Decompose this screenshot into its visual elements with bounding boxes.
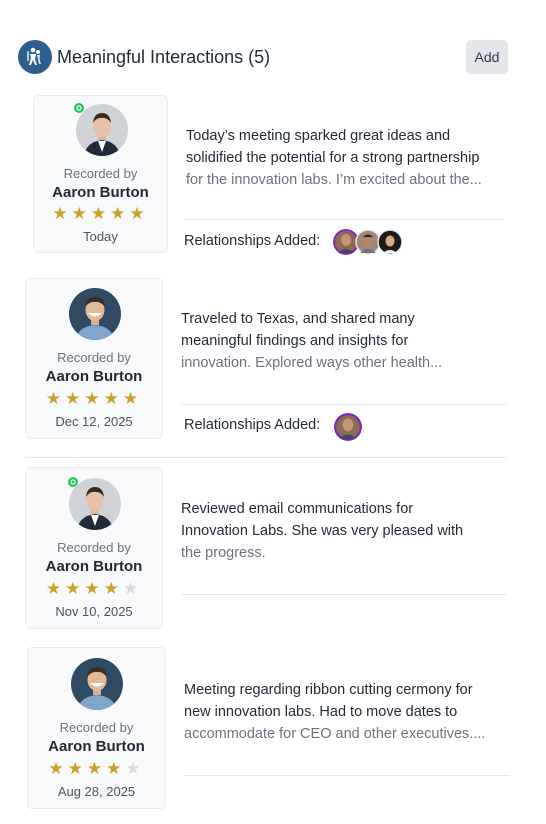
- star-icon: ★: [103, 579, 123, 598]
- description-line: meaningful findings and insights for: [181, 333, 409, 349]
- star-rating: ★★★★★: [28, 759, 165, 779]
- star-icon: ★: [71, 204, 91, 223]
- recorder-avatar: [69, 478, 121, 530]
- star-icon: ★: [84, 389, 104, 408]
- relationship-avatar[interactable]: [334, 413, 362, 441]
- interaction-description[interactable]: Today’s meeting sparked great ideas and …: [186, 125, 506, 191]
- recorder-card[interactable]: Recorded by Aaron Burton ★★★★★ Today: [33, 95, 168, 253]
- interaction-date: Dec 12, 2025: [55, 414, 133, 429]
- recorder-card[interactable]: Recorded by Aaron Burton ★★★★★ Nov 10, 2…: [25, 467, 163, 629]
- section-title: Meaningful Interactions (5): [57, 47, 271, 67]
- section-divider: [25, 457, 507, 458]
- description-line: innovation. Explored ways other health..…: [181, 355, 443, 371]
- description-line: Today’s meeting sparked great ideas and: [186, 128, 451, 144]
- section-header: Meaningful Interactions (5) Add: [18, 40, 508, 74]
- star-icon: ★: [125, 759, 145, 778]
- star-icon: ★: [90, 204, 111, 223]
- divider: [181, 594, 507, 595]
- description-line: Reviewed email communications for: [181, 501, 414, 517]
- star-icon: ★: [67, 759, 87, 778]
- add-button[interactable]: Add: [466, 40, 508, 74]
- recorder-name: Aaron Burton: [52, 184, 149, 201]
- star-icon: ★: [84, 579, 104, 598]
- star-icon: ★: [45, 579, 66, 598]
- relationship-avatar[interactable]: [377, 229, 403, 255]
- star-icon: ★: [106, 759, 126, 778]
- star-icon: ★: [65, 389, 85, 408]
- description-line: Meeting regarding ribbon cutting cermony…: [184, 682, 473, 698]
- recorder-avatar: [71, 658, 123, 710]
- recorder-avatar: [69, 288, 121, 340]
- interaction-date: Aug 28, 2025: [57, 784, 136, 799]
- recorder-card[interactable]: Recorded by Aaron Burton ★★★★★ Aug 28, 2…: [27, 647, 166, 809]
- recorder-card[interactable]: Recorded by Aaron Burton ★★★★★ Dec 12, 2…: [25, 278, 163, 439]
- star-icon: ★: [129, 204, 149, 223]
- interaction-date: Today: [83, 229, 118, 244]
- divider: [185, 219, 504, 220]
- interaction-date: Nov 10, 2025: [55, 604, 133, 619]
- star-icon: ★: [52, 204, 72, 223]
- star-rating: ★★★★★: [26, 389, 162, 409]
- description-line: Innovation Labs. She was very pleased wi…: [181, 523, 464, 539]
- divider: [181, 404, 507, 405]
- recorded-by-label: Recorded by: [63, 166, 138, 181]
- star-icon: ★: [65, 579, 85, 598]
- star-icon: ★: [110, 204, 130, 223]
- relationships-added-label: Relationships Added:: [184, 417, 321, 433]
- star-icon: ★: [122, 579, 143, 598]
- recorded-by-label: Recorded by: [57, 540, 131, 555]
- divider: [184, 775, 510, 776]
- description-line: Traveled to Texas, and shared many: [181, 311, 415, 327]
- recorder-name: Aaron Burton: [45, 558, 143, 575]
- description-line: accommodate for CEO and other executives…: [184, 726, 486, 742]
- recorder-name: Aaron Burton: [45, 368, 143, 385]
- relationships-added-label: Relationships Added:: [184, 233, 321, 249]
- star-rating: ★★★★★: [26, 579, 162, 599]
- description-line: solidified the potential for a strong pa…: [186, 150, 480, 166]
- recorder-avatar: [76, 104, 128, 156]
- recorded-by-label: Recorded by: [57, 350, 131, 365]
- interaction-description[interactable]: Traveled to Texas, and shared many meani…: [181, 308, 501, 374]
- description-line: new innovation labs. Had to move dates t…: [184, 704, 458, 720]
- star-icon: ★: [86, 759, 107, 778]
- star-rating: ★★★★★: [34, 204, 167, 224]
- interaction-description[interactable]: Reviewed email communications for Innova…: [181, 498, 501, 564]
- star-icon: ★: [103, 389, 123, 408]
- description-line: for the innovation labs. I’m excited abo…: [186, 172, 482, 188]
- star-icon: ★: [45, 389, 66, 408]
- description-line: the progress.: [181, 545, 266, 561]
- recorder-name: Aaron Burton: [48, 738, 145, 755]
- people-icon: [18, 40, 52, 74]
- star-icon: ★: [48, 759, 68, 778]
- recorded-by-label: Recorded by: [59, 720, 134, 735]
- star-icon: ★: [122, 389, 143, 408]
- interaction-description[interactable]: Meeting regarding ribbon cutting cermony…: [184, 679, 514, 745]
